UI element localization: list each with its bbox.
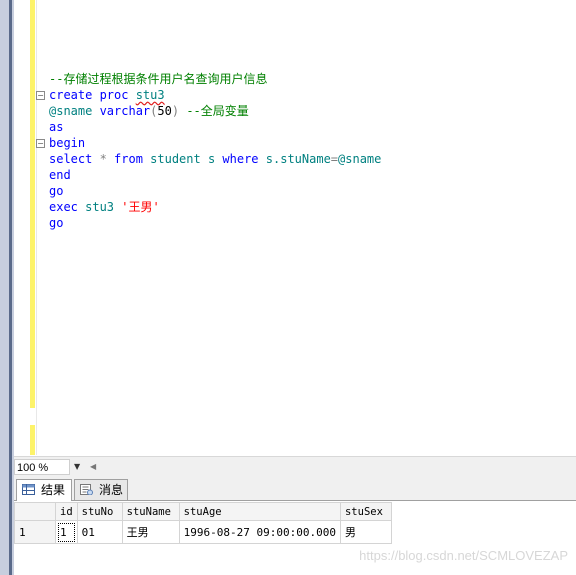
code-line[interactable]: − create proc stu3 (36, 87, 381, 103)
column-header-stusex[interactable]: stuSex (339, 502, 392, 521)
results-grid-panel[interactable]: id stuNo stuName stuAge stuSex 1 1 01 王男… (14, 501, 576, 575)
code-line[interactable]: − begin (36, 135, 381, 151)
tab-results[interactable]: 结果 (16, 479, 72, 501)
code-line[interactable]: --存储过程根据条件用户名查询用户信息 (49, 71, 381, 87)
window-left-rail (9, 0, 12, 575)
code-token: where (222, 152, 266, 166)
code-line[interactable]: @sname varchar(50) --全局变量 (49, 103, 381, 119)
tab-messages[interactable]: 消息 (74, 479, 128, 500)
cell-stuno[interactable]: 01 (76, 520, 123, 544)
cell-stusex[interactable]: 男 (339, 520, 392, 544)
code-token: begin (49, 136, 86, 150)
column-header-id[interactable]: id (55, 502, 78, 521)
editor-zoom-bar: 100 % ▼ ◀ (14, 456, 576, 477)
editor-gutter (14, 0, 36, 455)
cell-id[interactable]: 1 (55, 520, 78, 544)
gutter-divider (36, 0, 37, 455)
grid-header-row: id stuNo stuName stuAge stuSex (14, 502, 392, 521)
message-icon (80, 484, 93, 495)
collapse-toggle-icon[interactable]: − (36, 139, 45, 148)
code-token: * (99, 152, 115, 166)
grid-icon (22, 484, 35, 495)
tab-results-label: 结果 (41, 483, 66, 497)
code-token: student s (150, 152, 223, 166)
code-token: exec (49, 200, 86, 214)
collapse-toggle-icon[interactable]: − (36, 91, 45, 100)
watermark: https://blog.csdn.net/SCMLOVEZAP (359, 548, 568, 563)
chevron-down-icon[interactable]: ▼ (74, 459, 84, 475)
code-line[interactable]: exec stu3 '王男' (49, 199, 381, 215)
cell-stuage[interactable]: 1996-08-27 09:00:00.000 (178, 520, 341, 544)
column-header-stuname[interactable]: stuName (121, 502, 180, 521)
code-token: stu3 (135, 88, 165, 102)
row-header-corner[interactable] (14, 502, 56, 521)
code-line[interactable]: go (49, 215, 381, 231)
code-token: 50 (157, 104, 172, 118)
code-token: --全局变量 (186, 104, 249, 118)
zoom-select[interactable]: 100 % (14, 459, 70, 475)
results-grid[interactable]: id stuNo stuName stuAge stuSex 1 1 01 王男… (14, 502, 392, 544)
query-editor[interactable]: --存储过程根据条件用户名查询用户信息 − create proc stu3 @sna… (14, 0, 576, 455)
code-token: end (49, 168, 71, 182)
code-token: = (330, 152, 339, 166)
column-header-stuno[interactable]: stuNo (76, 502, 123, 521)
change-marker-bar (30, 0, 35, 408)
change-marker-bar (30, 425, 35, 455)
code-token: varchar (99, 104, 151, 118)
scroll-left-icon[interactable]: ◀ (90, 459, 100, 475)
code-token: as (49, 120, 64, 134)
column-header-stuage[interactable]: stuAge (178, 502, 341, 521)
code-token: @sname (49, 104, 100, 118)
code-token: stu3 (85, 200, 122, 214)
code-token: create proc (49, 88, 136, 102)
tab-messages-label: 消息 (99, 483, 124, 497)
code-line[interactable]: select * from student s where s.stuName=… (49, 151, 381, 167)
code-token: --存储过程根据条件用户名查询用户信息 (49, 72, 268, 86)
code-token: go (49, 184, 64, 198)
code-line[interactable]: end (49, 167, 381, 183)
row-number[interactable]: 1 (14, 520, 56, 544)
code-token: ) (171, 104, 180, 118)
code-token: @sname (338, 152, 382, 166)
code-token: go (49, 216, 64, 230)
code-line[interactable]: go (49, 183, 381, 199)
code-text[interactable]: --存储过程根据条件用户名查询用户信息 − create proc stu3 @sna… (36, 71, 381, 231)
table-row[interactable]: 1 1 01 王男 1996-08-27 09:00:00.000 男 (14, 520, 392, 544)
code-line[interactable]: as (49, 119, 381, 135)
window-left-border (0, 0, 14, 575)
results-tab-strip: 结果 消息 (14, 476, 576, 501)
code-token: from (114, 152, 151, 166)
code-token: '王男' (121, 200, 160, 214)
code-token: s.stuName (265, 152, 331, 166)
cell-stuname[interactable]: 王男 (121, 520, 180, 544)
code-token: select (49, 152, 100, 166)
